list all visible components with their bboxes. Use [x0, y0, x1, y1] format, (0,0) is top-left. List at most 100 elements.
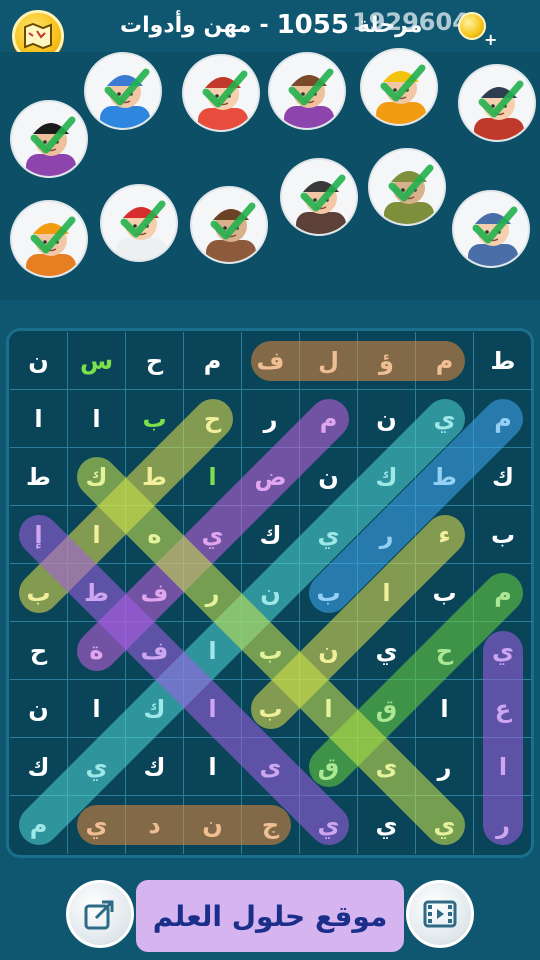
- letter-grid[interactable]: نسحمفلؤمطاابحرمنيمطكطاضنكطكإاهيكيرءببطفر…: [10, 332, 532, 856]
- grid-cell[interactable]: ق: [300, 738, 358, 796]
- grid-cell[interactable]: ب: [10, 564, 68, 622]
- grid-cell[interactable]: ط: [474, 332, 532, 390]
- grid-cell[interactable]: ل: [300, 332, 358, 390]
- grid-cell[interactable]: ن: [358, 390, 416, 448]
- grid-cell[interactable]: ا: [358, 564, 416, 622]
- grid-cell[interactable]: ن: [300, 448, 358, 506]
- grid-cell[interactable]: ا: [300, 680, 358, 738]
- woodcutter-avatar-icon: [458, 64, 536, 142]
- grid-cell[interactable]: ا: [184, 448, 242, 506]
- grid-cell[interactable]: ر: [184, 564, 242, 622]
- grid-cell[interactable]: ك: [242, 506, 300, 564]
- grid-cell[interactable]: ي: [68, 796, 126, 854]
- singer-avatar-icon: [268, 52, 346, 130]
- grid-cell[interactable]: ن: [10, 332, 68, 390]
- grid-cell[interactable]: ي: [184, 506, 242, 564]
- grid-cell[interactable]: ي: [358, 622, 416, 680]
- grid-cell[interactable]: ب: [300, 564, 358, 622]
- grid-cell[interactable]: ي: [300, 796, 358, 854]
- detective-avatar-icon: [280, 158, 358, 236]
- video-hint-button[interactable]: [406, 880, 474, 948]
- grid-cell[interactable]: ن: [10, 680, 68, 738]
- grid-cell[interactable]: د: [126, 796, 184, 854]
- grid-cell[interactable]: ح: [126, 332, 184, 390]
- grid-cell[interactable]: م: [416, 332, 474, 390]
- grid-cell[interactable]: ن: [300, 622, 358, 680]
- grid-cell[interactable]: ن: [184, 796, 242, 854]
- grid-cell[interactable]: ض: [242, 448, 300, 506]
- grid-cell[interactable]: ر: [416, 738, 474, 796]
- grid-cell[interactable]: ك: [474, 448, 532, 506]
- soldier-avatar-icon: [368, 148, 446, 226]
- level-dash: -: [259, 12, 269, 38]
- grid-cell[interactable]: ء: [416, 506, 474, 564]
- grid-cell[interactable]: ا: [184, 680, 242, 738]
- grid-cell[interactable]: ط: [126, 448, 184, 506]
- grid-cell[interactable]: ي: [416, 390, 474, 448]
- mechanic-avatar-icon: [452, 190, 530, 268]
- grid-cell[interactable]: ف: [126, 622, 184, 680]
- grid-cell[interactable]: ه: [126, 506, 184, 564]
- grid-cell[interactable]: ي: [68, 738, 126, 796]
- grid-cell[interactable]: ا: [68, 390, 126, 448]
- grid-cell[interactable]: ر: [474, 796, 532, 854]
- grid-cell[interactable]: ك: [358, 448, 416, 506]
- grid-cell[interactable]: ط: [416, 448, 474, 506]
- grid-cell[interactable]: ة: [68, 622, 126, 680]
- grid-cell[interactable]: م: [10, 796, 68, 854]
- grid-cell[interactable]: ا: [184, 738, 242, 796]
- plumber-avatar-icon: [84, 52, 162, 130]
- grid-cell[interactable]: ي: [416, 796, 474, 854]
- grid-cell[interactable]: ق: [358, 680, 416, 738]
- writer-avatar-icon: [10, 100, 88, 178]
- grid-cell[interactable]: ط: [10, 448, 68, 506]
- grid-cell[interactable]: ا: [184, 622, 242, 680]
- grid-cell[interactable]: ا: [10, 390, 68, 448]
- category-name: مهن وأدوات: [120, 12, 252, 38]
- grid-cell[interactable]: ك: [126, 738, 184, 796]
- grid-cell[interactable]: ف: [242, 332, 300, 390]
- share-button[interactable]: [66, 880, 134, 948]
- grid-cell[interactable]: م: [474, 390, 532, 448]
- grid-cell[interactable]: م: [300, 390, 358, 448]
- grid-cell[interactable]: ب: [242, 680, 300, 738]
- shepherd-avatar-icon: [190, 186, 268, 264]
- level-number: 1055: [276, 10, 349, 40]
- grid-cell[interactable]: م: [474, 564, 532, 622]
- electrician-avatar-icon: [360, 48, 438, 126]
- grid-cell[interactable]: ى: [242, 738, 300, 796]
- grid-cell[interactable]: ب: [416, 564, 474, 622]
- grid-cell[interactable]: س: [68, 332, 126, 390]
- grid-cell[interactable]: ا: [68, 506, 126, 564]
- chef-avatar-icon: [182, 54, 260, 132]
- grid-cell[interactable]: ع: [474, 680, 532, 738]
- grid-cell[interactable]: ح: [10, 622, 68, 680]
- grid-cell[interactable]: ط: [68, 564, 126, 622]
- grid-cell[interactable]: ي: [300, 506, 358, 564]
- grid-cell[interactable]: ح: [184, 390, 242, 448]
- grid-cell[interactable]: ن: [242, 564, 300, 622]
- grid-cell[interactable]: ك: [126, 680, 184, 738]
- grid-cell[interactable]: ب: [126, 390, 184, 448]
- grid-cell[interactable]: ي: [358, 796, 416, 854]
- grid-cell[interactable]: ب: [474, 506, 532, 564]
- grid-cell[interactable]: م: [184, 332, 242, 390]
- grid-cell[interactable]: ح: [416, 622, 474, 680]
- grid-cell[interactable]: ك: [68, 448, 126, 506]
- grid-cell[interactable]: ب: [242, 622, 300, 680]
- grid-cell[interactable]: ك: [10, 738, 68, 796]
- add-coins-icon[interactable]: +: [484, 30, 497, 49]
- grid-cell[interactable]: ؤ: [358, 332, 416, 390]
- grid-cell[interactable]: ر: [242, 390, 300, 448]
- coin-icon[interactable]: [458, 12, 486, 40]
- map-icon: [24, 23, 52, 49]
- grid-cell[interactable]: ج: [242, 796, 300, 854]
- grid-cell[interactable]: ا: [474, 738, 532, 796]
- grid-cell[interactable]: ا: [68, 680, 126, 738]
- grid-cell[interactable]: ى: [358, 738, 416, 796]
- grid-cell[interactable]: إ: [10, 506, 68, 564]
- grid-cell[interactable]: ا: [416, 680, 474, 738]
- grid-cell[interactable]: ف: [126, 564, 184, 622]
- grid-cell[interactable]: ر: [358, 506, 416, 564]
- grid-cell[interactable]: ي: [474, 622, 532, 680]
